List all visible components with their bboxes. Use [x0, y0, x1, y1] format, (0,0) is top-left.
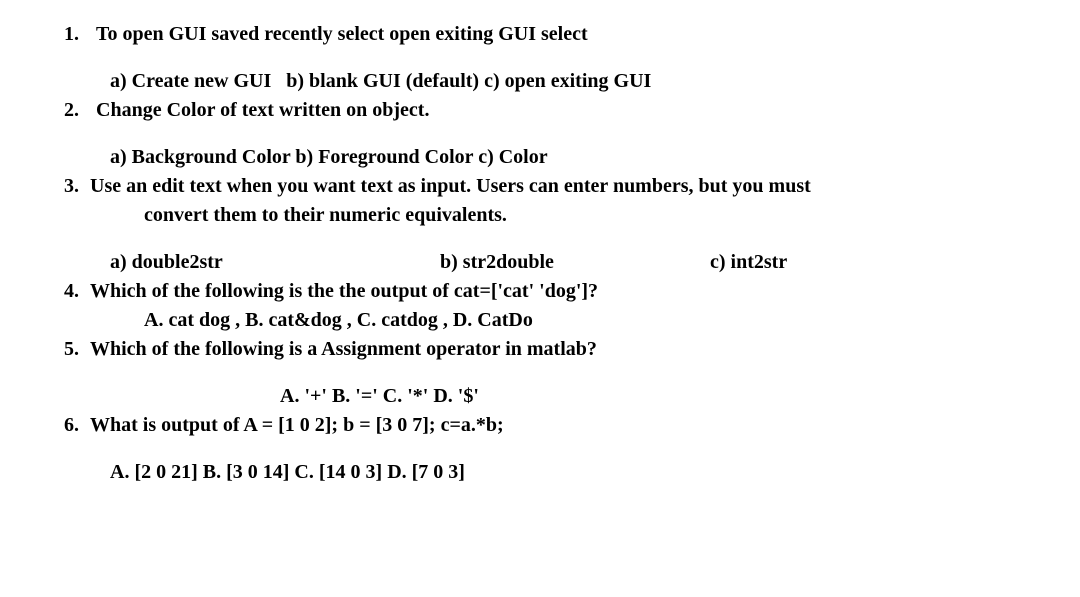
question-5-options: A. '+' B. '=' C. '*' D. '$' — [60, 382, 1020, 411]
option-b: b) Foreground Color — [295, 146, 473, 168]
question-number: 2. — [60, 96, 96, 125]
question-1-options: a) Create new GUI b) blank GUI (default)… — [60, 67, 1020, 96]
question-1: 1. To open GUI saved recently select ope… — [60, 20, 1020, 49]
question-6: 6. What is output of A = [1 0 2]; b = [3… — [60, 411, 1020, 440]
question-number: 1. — [60, 20, 96, 49]
question-text: Which of the following is the the output… — [90, 277, 598, 306]
question-2: 2. Change Color of text written on objec… — [60, 96, 1020, 125]
option-c: c) int2str — [710, 248, 787, 277]
question-number: 4. — [60, 277, 90, 306]
question-number: 6. — [60, 411, 90, 440]
question-4: 4. Which of the following is the the out… — [60, 277, 1020, 306]
question-5: 5. Which of the following is a Assignmen… — [60, 335, 1020, 364]
option-a: a) double2str — [110, 248, 440, 277]
option-c: c) open exiting GUI — [484, 70, 651, 92]
question-6-options: A. [2 0 21] B. [3 0 14] C. [14 0 3] D. [… — [60, 458, 1020, 487]
option-b: b) str2double — [440, 248, 710, 277]
question-text-line2: convert them to their numeric equivalent… — [60, 201, 1020, 230]
option-b: b) blank GUI (default) — [286, 70, 479, 92]
question-2-options: a) Background Color b) Foreground Color … — [60, 143, 1020, 172]
question-3-options: a) double2str b) str2double c) int2str — [60, 248, 1020, 277]
question-3: 3. Use an edit text when you want text a… — [60, 172, 1020, 201]
option-c: c) Color — [478, 146, 547, 168]
option-a: a) Create new GUI — [110, 70, 271, 92]
question-4-options: A. cat dog , B. cat&dog , C. catdog , D.… — [60, 306, 1020, 335]
question-text: To open GUI saved recently select open e… — [96, 20, 588, 49]
question-text: Change Color of text written on object. — [96, 96, 429, 125]
question-number: 3. — [60, 172, 90, 201]
question-text-line1: Use an edit text when you want text as i… — [90, 172, 811, 201]
option-a: a) Background Color — [110, 146, 290, 168]
question-text: Which of the following is a Assignment o… — [90, 335, 597, 364]
question-number: 5. — [60, 335, 90, 364]
question-text: What is output of A = [1 0 2]; b = [3 0 … — [90, 411, 504, 440]
